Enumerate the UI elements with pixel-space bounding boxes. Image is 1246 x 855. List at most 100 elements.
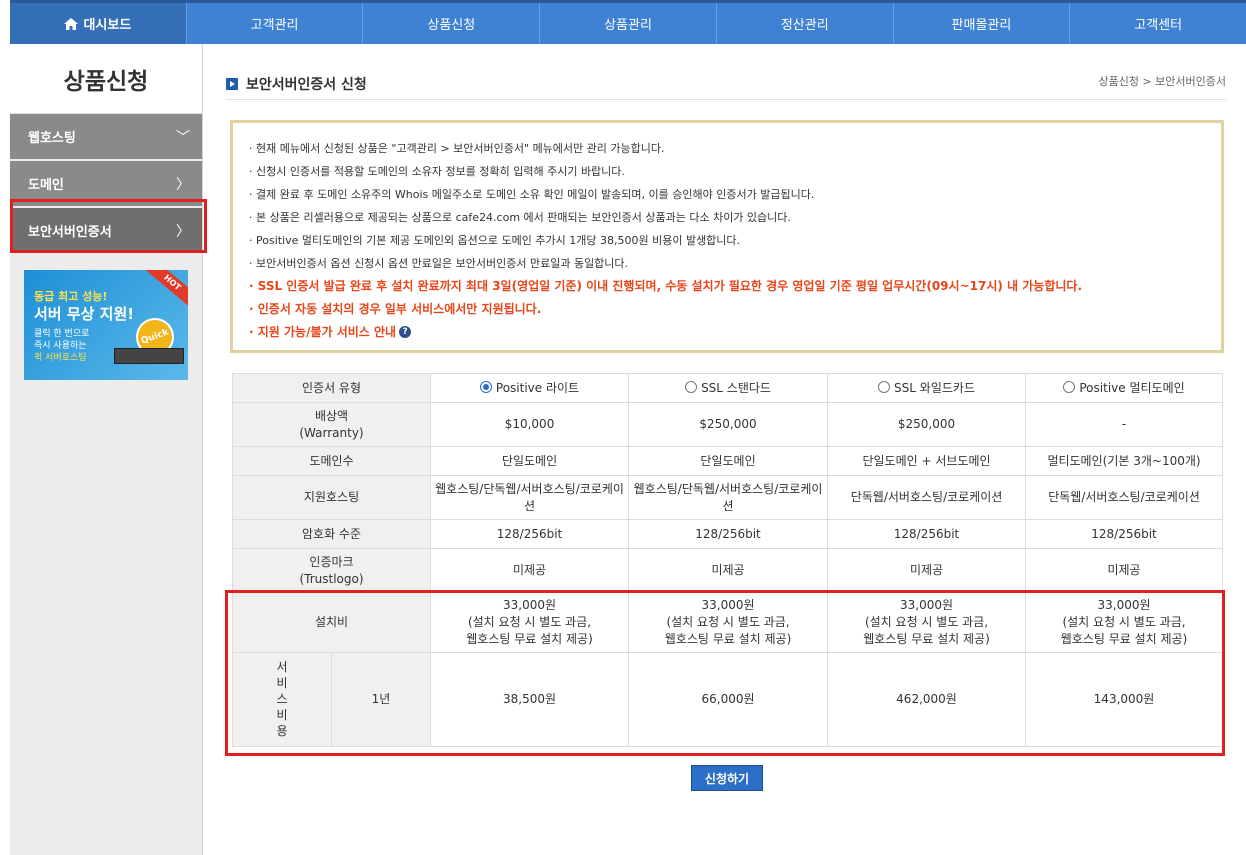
table-cell: 33,000원 (설치 요청 시 별도 과금, 웹호스팅 무료 설치 제공) <box>628 592 829 653</box>
table-cell: 66,000원 <box>628 652 829 747</box>
row-label-encryption: 암호화 수준 <box>231 519 432 549</box>
product-name: SSL 스탠다드 <box>701 380 771 395</box>
table-cell: 미제공 <box>430 548 630 593</box>
table-cell: 단독웹/서버호스팅/코로케이션 <box>827 475 1027 520</box>
chevron-right-icon: 〉 <box>176 176 190 193</box>
table-row: 암호화 수준 128/256bit 128/256bit 128/256bit … <box>231 519 1224 549</box>
help-icon[interactable]: ? <box>399 326 412 338</box>
table-cell: 단일도메인 <box>430 446 630 476</box>
radio-selected-icon[interactable] <box>479 380 492 393</box>
sidebar-item-webhosting[interactable]: 웹호스팅 ﹀ <box>10 114 202 159</box>
page-title: 보안서버인증서 신청 <box>226 74 367 94</box>
product-option-ssl-standard[interactable]: SSL 스탠다드 <box>628 373 829 403</box>
table-cell: $250,000 <box>628 402 829 447</box>
product-name: Positive 라이트 <box>495 380 580 395</box>
table-cell: 단일도메인 <box>628 446 829 476</box>
table-cell: $10,000 <box>430 402 630 447</box>
nav-customer-center[interactable]: 고객센터 <box>1070 3 1246 44</box>
service-fee-label: 서비스비용 <box>276 660 288 738</box>
row-label-service-fee: 서비스비용 <box>232 652 332 747</box>
sidebar-item-label: 웹호스팅 <box>28 131 76 146</box>
row-label-install: 설치비 <box>231 592 432 653</box>
table-cell: 462,000원 <box>827 652 1027 747</box>
apply-button[interactable]: 신청하기 <box>691 765 763 791</box>
support-services-link[interactable]: · 지원 가능/불가 서비스 안내? <box>249 321 1205 344</box>
table-cell: 33,000원 (설치 요청 시 별도 과금, 웹호스팅 무료 설치 제공) <box>430 592 630 653</box>
table-cell: 33,000원 (설치 요청 시 별도 과금, 웹호스팅 무료 설치 제공) <box>1025 592 1224 653</box>
table-cell: 143,000원 <box>1025 652 1224 747</box>
page-header: 보안서버인증서 신청 상품신청 > 보안서버인증서 <box>226 64 1226 100</box>
table-cell: 웹호스팅/단독웹/서버호스팅/코로케이션 <box>430 475 630 520</box>
table-row: 배상액 (Warranty) $10,000 $250,000 $250,000… <box>231 402 1224 447</box>
table-cell: $250,000 <box>827 402 1027 447</box>
table-row: 설치비 33,000원 (설치 요청 시 별도 과금, 웹호스팅 무료 설치 제… <box>231 592 1224 653</box>
notice-line: · 결제 완료 후 도메인 소유주의 Whois 메일주소로 도메인 소유 확인… <box>249 188 815 201</box>
product-option-positive-multidomain[interactable]: Positive 멀티도메인 <box>1025 373 1224 403</box>
table-row: 서비스비용 1년 38,500원 66,000원 462,000원 143,00… <box>232 652 1224 747</box>
table-cell: 미제공 <box>827 548 1027 593</box>
notice-line: · 신청시 인증서를 적용할 도메인의 소유자 정보를 정확히 입력해 주시기 … <box>249 165 625 178</box>
sidebar-item-ssl-certificate[interactable]: 보안서버인증서 〉 <box>10 208 202 253</box>
radio-icon[interactable] <box>1063 380 1076 393</box>
radio-icon[interactable] <box>878 380 891 393</box>
product-option-ssl-wildcard[interactable]: SSL 와일드카드 <box>827 373 1027 403</box>
notice-red-line: · 인증서 자동 설치의 경우 일부 서비스에서만 지원됩니다. <box>249 302 542 316</box>
top-navigation: 대시보드 고객관리 상품신청 상품관리 정산관리 판매몰관리 고객센터 <box>10 0 1246 44</box>
banner-line1: 동급 최고 성능! <box>34 290 108 303</box>
radio-icon[interactable] <box>685 380 698 393</box>
chevron-right-icon: 〉 <box>176 223 190 240</box>
sidebar-item-domain[interactable]: 도메인 〉 <box>10 161 202 206</box>
nav-customer-management[interactable]: 고객관리 <box>187 3 364 44</box>
sidebar: 상품신청 웹호스팅 ﹀ 도메인 〉 보안서버인증서 〉 HOT 동급 최고 성능… <box>10 44 207 855</box>
nav-dashboard-label: 대시보드 <box>83 18 132 33</box>
nav-product-application[interactable]: 상품신청 <box>363 3 541 44</box>
banner-line4: 즉시 사용하는 <box>34 341 87 351</box>
notice-box: · 현재 메뉴에서 신청된 상품은 "고객관리 > 보안서버인증서" 메뉴에서만… <box>230 120 1224 353</box>
notice-line: · 현재 메뉴에서 신청된 상품은 "고객관리 > 보안서버인증서" 메뉴에서만… <box>249 142 665 155</box>
table-cell: - <box>1025 402 1224 447</box>
notice-red-line: · SSL 인증서 발급 완료 후 설치 완료까지 최대 3일(영업일 기준) … <box>249 279 1083 293</box>
notice-line: · 본 상품은 리셀러용으로 제공되는 상품으로 cafe24.com 에서 판… <box>249 211 791 224</box>
nav-product-management[interactable]: 상품관리 <box>540 3 717 44</box>
row-label-warranty: 배상액 (Warranty) <box>231 402 432 447</box>
banner-line5: 퀵 서버호스팅 <box>34 353 87 363</box>
table-cell: 33,000원 (설치 요청 시 별도 과금, 웹호스팅 무료 설치 제공) <box>827 592 1027 653</box>
table-cell: 미제공 <box>1025 548 1224 593</box>
home-icon <box>64 17 79 30</box>
product-name: Positive 멀티도메인 <box>1079 380 1185 395</box>
breadcrumb: 상품신청 > 보안서버인증서 <box>1098 75 1226 88</box>
nav-store-management[interactable]: 판매몰관리 <box>894 3 1071 44</box>
sidebar-title: 상품신청 <box>10 44 202 114</box>
hot-ribbon: HOT <box>144 270 188 308</box>
row-label-trustlogo: 인증마크 (Trustlogo) <box>231 548 432 593</box>
nav-settlement[interactable]: 정산관리 <box>717 3 894 44</box>
title-bullet-icon <box>226 78 238 90</box>
server-icon <box>114 348 184 364</box>
notice-line: · 보안서버인증서 옵션 신청시 옵션 만료일은 보안서버인증서 만료일과 동일… <box>249 257 629 270</box>
table-cell: 128/256bit <box>430 519 630 549</box>
certificate-spec-table: 인증서 유형 Positive 라이트 SSL 스탠다드 SSL 와일드카드 P… <box>231 373 1224 747</box>
table-row: 도메인수 단일도메인 단일도메인 단일도메인 + 서브도메인 멀티도메인(기본 … <box>231 446 1224 476</box>
table-cell: 단일도메인 + 서브도메인 <box>827 446 1027 476</box>
table-row: 지원호스팅 웹호스팅/단독웹/서버호스팅/코로케이션 웹호스팅/단독웹/서버호스… <box>231 475 1224 520</box>
table-row: 인증마크 (Trustlogo) 미제공 미제공 미제공 미제공 <box>231 548 1224 593</box>
sidebar-item-label: 도메인 <box>28 178 64 193</box>
banner-line2: 서버 무상 지원! <box>34 305 135 323</box>
row-label-domains: 도메인수 <box>231 446 432 476</box>
table-cell: 웹호스팅/단독웹/서버호스팅/코로케이션 <box>628 475 829 520</box>
table-row: 인증서 유형 Positive 라이트 SSL 스탠다드 SSL 와일드카드 P… <box>231 373 1224 403</box>
row-label-hosting: 지원호스팅 <box>231 475 432 520</box>
notice-line: · Positive 멀티도메인의 기본 제공 도메인외 옵션으로 도메인 추가… <box>249 234 741 247</box>
product-option-positive-lite[interactable]: Positive 라이트 <box>430 373 630 403</box>
table-cell: 단독웹/서버호스팅/코로케이션 <box>1025 475 1224 520</box>
nav-dashboard[interactable]: 대시보드 <box>10 3 187 44</box>
support-services-label: · 지원 가능/불가 서비스 안내 <box>249 325 397 339</box>
banner-line3: 클릭 한 번으로 <box>34 329 90 339</box>
table-cell: 128/256bit <box>628 519 829 549</box>
banner-description: 클릭 한 번으로 즉시 사용하는 퀵 서버호스팅 <box>34 328 89 364</box>
table-cell: 38,500원 <box>430 652 630 747</box>
chevron-down-icon: ﹀ <box>176 129 190 146</box>
table-cell: 미제공 <box>628 548 829 593</box>
table-cell: 멀티도메인(기본 3개~100개) <box>1025 446 1224 476</box>
quick-server-hosting-banner[interactable]: HOT 동급 최고 성능! 서버 무상 지원! 클릭 한 번으로 즉시 사용하는… <box>24 270 188 380</box>
